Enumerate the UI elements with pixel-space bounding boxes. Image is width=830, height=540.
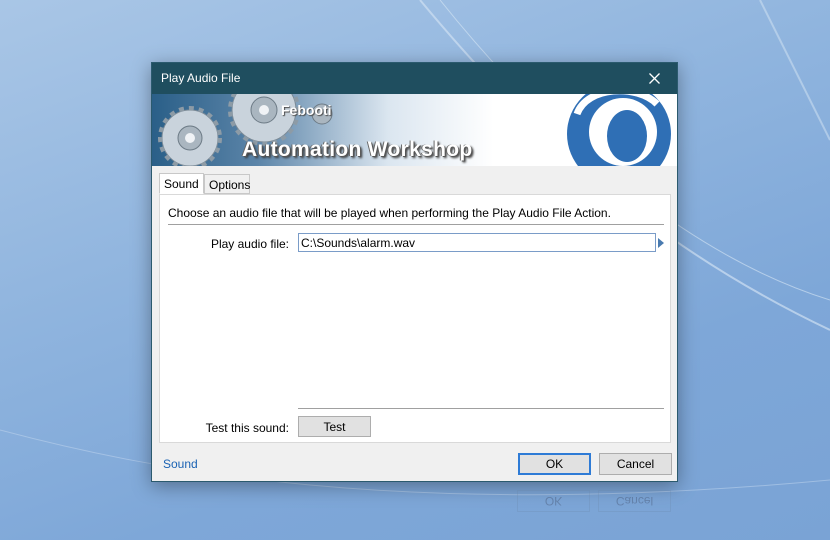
intro-text: Choose an audio file that will be played… <box>168 206 611 220</box>
tab-sound-label: Sound <box>164 177 199 191</box>
window-title: Play Audio File <box>161 71 241 85</box>
divider <box>168 224 664 225</box>
tab-options[interactable]: Options <box>204 174 250 194</box>
ok-button[interactable]: OK <box>518 453 591 475</box>
help-link-sound[interactable]: Sound <box>163 457 198 471</box>
test-sound-label: Test this sound: <box>205 421 289 435</box>
play-audio-file-dialog: Play Audio File Febooti Automation Works… <box>151 62 678 482</box>
brand-name: Febooti <box>281 102 332 118</box>
brand-logo-icon <box>567 94 671 166</box>
product-name: Automation Workshop <box>242 138 473 161</box>
product-banner: Febooti Automation Workshop <box>152 94 677 166</box>
play-audio-file-label: Play audio file: <box>210 237 289 251</box>
dialog-reflection: OK Cancel <box>151 484 678 524</box>
test-button[interactable]: Test <box>298 416 371 437</box>
ok-button-reflection: OK <box>517 490 590 512</box>
audio-file-path-input[interactable] <box>298 233 656 252</box>
tab-options-label: Options <box>209 178 251 192</box>
close-icon <box>648 73 660 84</box>
cancel-button[interactable]: Cancel <box>599 453 672 475</box>
divider <box>298 408 664 409</box>
sound-tab-panel: Choose an audio file that will be played… <box>159 194 671 443</box>
close-button[interactable] <box>631 63 677 94</box>
cancel-button-reflection: Cancel <box>598 490 671 512</box>
path-menu-arrow-icon[interactable] <box>658 238 664 248</box>
title-bar: Play Audio File <box>152 63 677 94</box>
tab-sound[interactable]: Sound <box>159 173 204 194</box>
